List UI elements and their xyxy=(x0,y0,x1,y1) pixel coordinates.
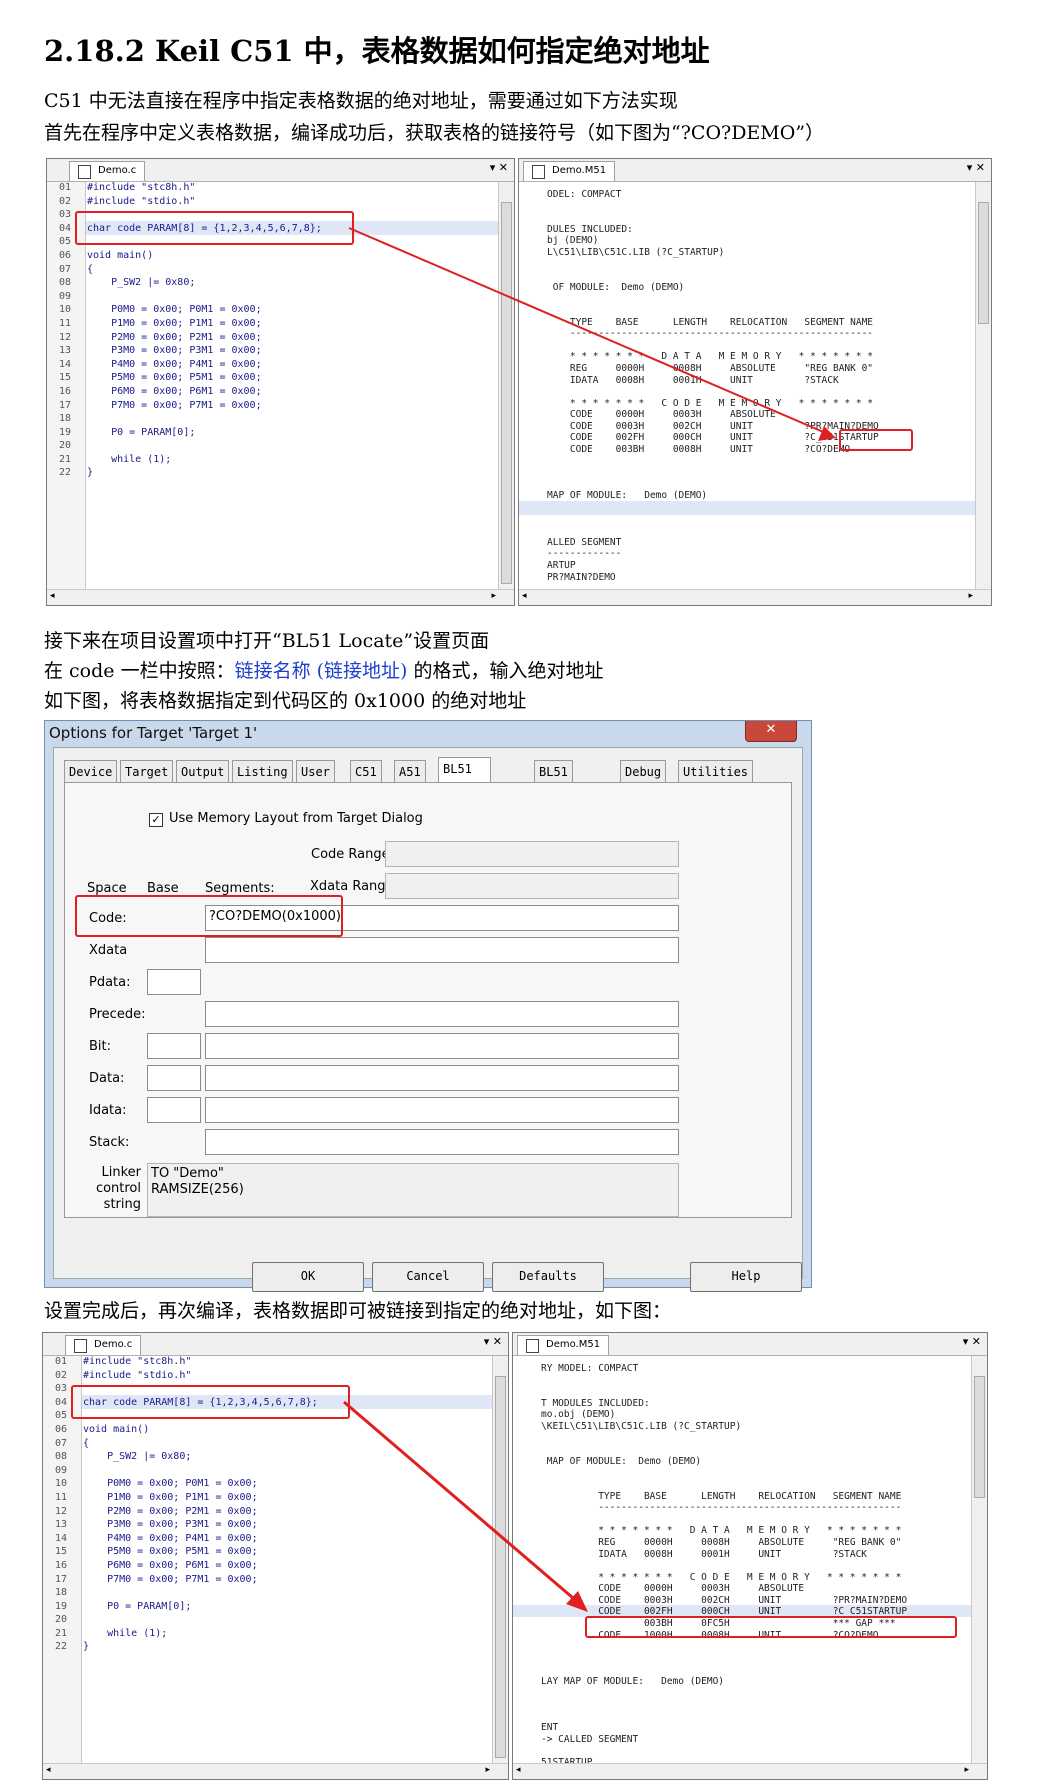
dialog-body: Device Target Output Listing User C51 A5… xyxy=(53,747,803,1292)
col-space-label: Space xyxy=(87,881,127,896)
linker-control-label: Linker control string xyxy=(95,1165,141,1212)
tab-a51[interactable]: A51 xyxy=(394,760,426,783)
tab-output[interactable]: Output xyxy=(176,760,230,783)
tab-listing[interactable]: Listing xyxy=(232,760,293,783)
tab-user[interactable]: User xyxy=(296,760,335,783)
example-paragraph: 如下图，将表格数据指定到代码区的 0x1000 的绝对地址 xyxy=(44,690,527,712)
xdata-row-label: Xdata xyxy=(89,943,128,958)
step2-paragraph: 接下来在项目设置项中打开“BL51 Locate”设置页面 xyxy=(44,630,490,652)
horizontal-scrollbar[interactable]: ◂ ▸ xyxy=(43,1763,508,1779)
arrow-1 xyxy=(348,227,836,441)
code-range-field[interactable] xyxy=(385,841,679,867)
scroll-right-icon[interactable]: ▸ xyxy=(964,1765,969,1775)
arrow-1-line xyxy=(348,227,829,435)
linker-control-string[interactable]: TO "Demo" RAMSIZE(256) xyxy=(147,1163,679,1217)
data-segments-field[interactable] xyxy=(205,1065,679,1091)
tab-target[interactable]: Target xyxy=(120,760,174,783)
use-memory-layout-label: Use Memory Layout from Target Dialog xyxy=(169,811,423,826)
ok-button[interactable]: OK xyxy=(252,1262,364,1292)
tab-bl51-locate[interactable]: BL51 Locate xyxy=(438,757,492,798)
scroll-left-icon[interactable]: ◂ xyxy=(46,1765,51,1775)
close-icon[interactable]: ✕ xyxy=(745,721,797,742)
col-base-label: Base xyxy=(147,881,179,896)
arrow-2-line xyxy=(343,1400,581,1606)
stack-segments-field[interactable] xyxy=(205,1129,679,1155)
defaults-button[interactable]: Defaults xyxy=(492,1262,604,1292)
tab-utilities[interactable]: Utilities xyxy=(678,760,754,783)
code-range-label: Code Range: xyxy=(311,847,394,862)
arrow-2 xyxy=(343,1400,588,1612)
bit-row-label: Bit: xyxy=(89,1039,112,1054)
stack-row-label: Stack: xyxy=(89,1135,130,1150)
idata-base-field[interactable] xyxy=(147,1097,201,1123)
tab-debug[interactable]: Debug xyxy=(620,760,667,783)
idata-row-label: Idata: xyxy=(89,1103,127,1118)
data-base-field[interactable] xyxy=(147,1065,201,1091)
cancel-button[interactable]: Cancel xyxy=(372,1262,484,1292)
col-segments-label: Segments: xyxy=(205,881,275,896)
arrow-1-head xyxy=(818,426,836,441)
pdata-row-label: Pdata: xyxy=(89,975,131,990)
use-memory-layout-checkbox[interactable]: ✓ xyxy=(149,813,163,827)
bit-base-field[interactable] xyxy=(147,1033,201,1059)
bit-segments-field[interactable] xyxy=(205,1033,679,1059)
precede-segments-field[interactable] xyxy=(205,1001,679,1027)
idata-segments-field[interactable] xyxy=(205,1097,679,1123)
dialog-title: Options for Target 'Target 1' xyxy=(49,724,258,742)
xdata-range-field[interactable] xyxy=(385,873,679,899)
scroll-left-icon[interactable]: ◂ xyxy=(516,1765,521,1775)
format-paragraph: 在 code 一栏中按照：链接名称 (链接地址) 的格式，输入绝对地址 xyxy=(44,660,604,682)
tab-device[interactable]: Device xyxy=(64,760,118,783)
help-button[interactable]: Help xyxy=(690,1262,802,1292)
precede-row-label: Precede: xyxy=(89,1007,146,1022)
tab-c51[interactable]: C51 xyxy=(350,760,382,783)
horizontal-scrollbar[interactable]: ◂ ▸ xyxy=(513,1763,987,1779)
scroll-right-icon[interactable]: ▸ xyxy=(485,1765,490,1775)
pdata-base-field[interactable] xyxy=(147,969,201,995)
tab-bl51-misc[interactable]: BL51 Misc xyxy=(534,760,573,801)
data-row-label: Data: xyxy=(89,1071,125,1086)
bl51-locate-page: ✓ Use Memory Layout from Target Dialog C… xyxy=(64,782,792,1218)
result-paragraph: 设置完成后，再次编译，表格数据即可被链接到指定的绝对地址，如下图： xyxy=(44,1300,672,1322)
code-highlight-box xyxy=(75,895,343,937)
xdata-segments-field[interactable] xyxy=(205,937,679,963)
options-dialog: Options for Target 'Target 1' ✕ Device T… xyxy=(44,720,812,1292)
